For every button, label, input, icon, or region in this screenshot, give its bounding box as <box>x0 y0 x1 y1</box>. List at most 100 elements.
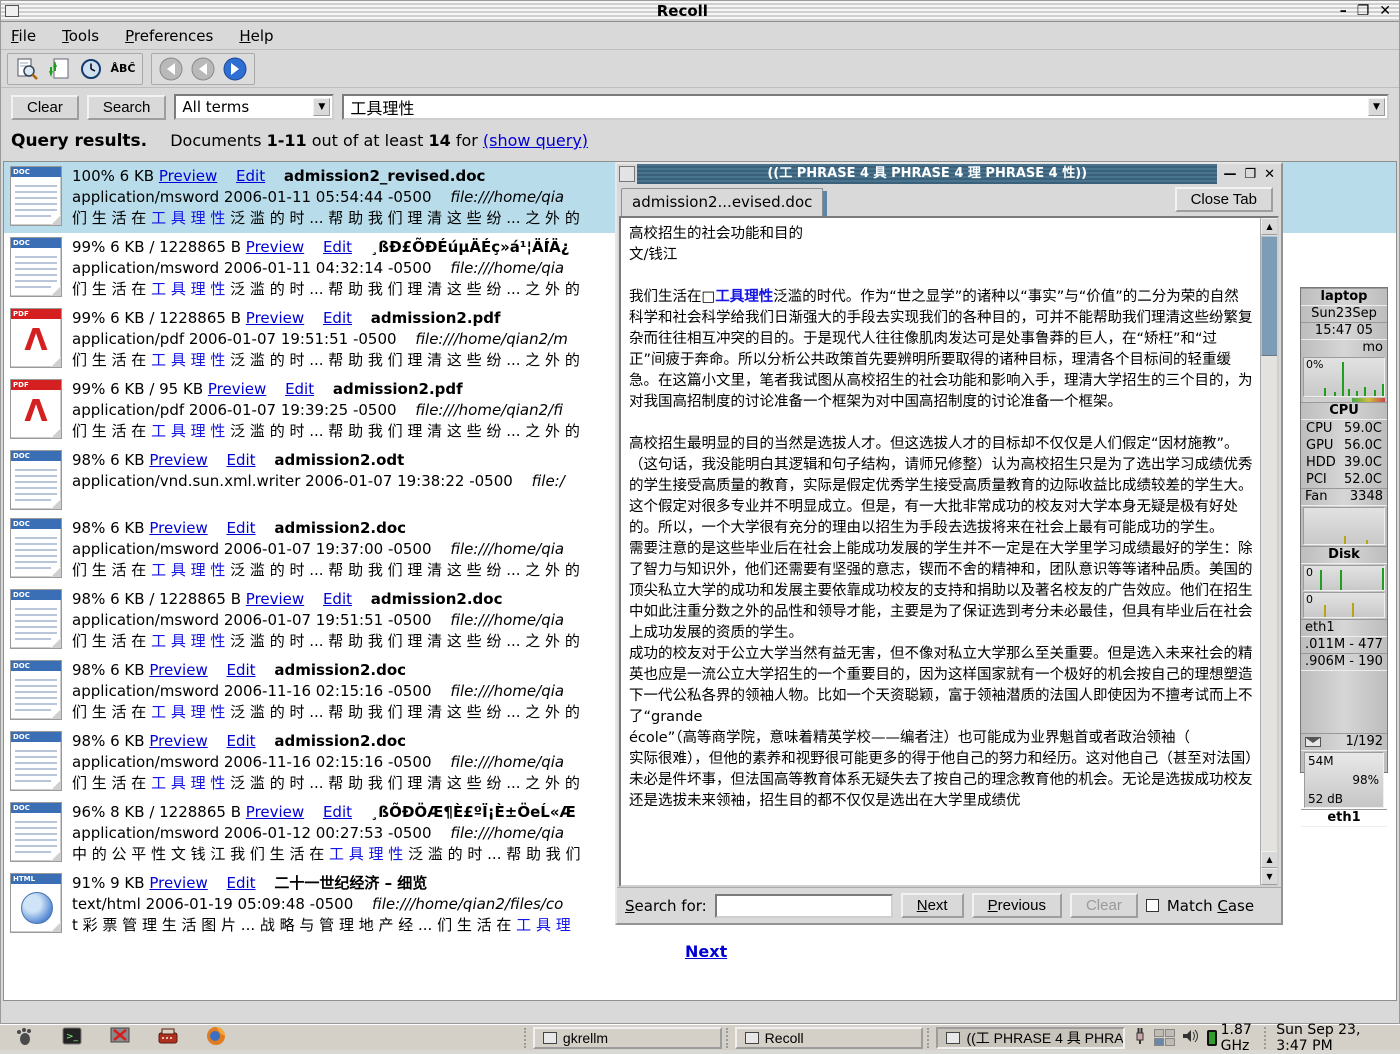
search-button[interactable]: Search <box>87 95 167 120</box>
scroll-down-icon[interactable]: ▼ <box>1261 868 1278 885</box>
edit-link[interactable]: Edit <box>323 803 352 821</box>
edit-link[interactable]: Edit <box>227 732 256 750</box>
restore-icon[interactable]: ❐ <box>1357 3 1370 19</box>
edit-link[interactable]: Edit <box>227 519 256 537</box>
gnome-menu-icon[interactable] <box>14 1026 34 1050</box>
clear-button[interactable]: Clear <box>11 95 79 120</box>
edit-link[interactable]: Edit <box>227 874 256 892</box>
typewriter-icon[interactable] <box>158 1027 178 1049</box>
preview-link[interactable]: Preview <box>246 590 304 608</box>
find-previous-button[interactable]: Previous <box>972 893 1062 918</box>
window-menu-icon[interactable] <box>619 166 635 182</box>
scroll-up-icon[interactable]: ▲ <box>1261 851 1278 868</box>
sort-parameters-icon[interactable] <box>46 57 72 81</box>
terminal-icon[interactable]: >_ <box>62 1027 82 1049</box>
time-label: 15:47 05 <box>1301 322 1387 340</box>
match-case-checkbox[interactable] <box>1146 899 1159 912</box>
preview-link[interactable]: Preview <box>246 309 304 327</box>
minimize-icon[interactable]: – <box>1340 3 1347 19</box>
preview-link[interactable]: Preview <box>159 167 217 185</box>
first-page-icon[interactable] <box>158 57 184 81</box>
restore-icon[interactable]: ❒ <box>1244 167 1256 182</box>
preview-link[interactable]: Preview <box>246 803 304 821</box>
file-type-icon: PDF Λ <box>10 379 62 439</box>
cpu-frequency-monitor[interactable]: 1.87 GHz <box>1207 1022 1256 1054</box>
task-button-recoll[interactable]: Recoll <box>735 1027 924 1049</box>
preview-paragraph: école”（高等商学院，意味着精英学校——编者注）也可能成为业界魁首或者政治领… <box>629 728 1253 749</box>
result-meta: 98% 6 KB / 1228865 B <box>72 590 246 608</box>
volume-icon[interactable] <box>1182 1028 1200 1048</box>
task-button-preview[interactable]: ((工 PHRASE 4 具 PHRASE ... <box>936 1027 1125 1049</box>
result-title: admission2.doc <box>371 590 503 608</box>
next-page-icon[interactable] <box>222 57 248 81</box>
disk-write-chart[interactable]: 0 <box>1303 592 1385 618</box>
menu-tools[interactable]: Tools <box>62 27 99 45</box>
preview-titlebar[interactable]: ((工 PHRASE 4 具 PHRASE 4 理 PHRASE 4 性)) —… <box>617 164 1281 184</box>
edit-link[interactable]: Edit <box>285 380 314 398</box>
result-url: file:/ <box>532 472 565 490</box>
edit-link[interactable]: Edit <box>323 590 352 608</box>
menu-help[interactable]: Help <box>239 27 273 45</box>
result-meta: 98% 6 KB <box>72 661 149 679</box>
menu-preferences[interactable]: Preferences <box>125 27 213 45</box>
window-menu-icon[interactable] <box>5 5 19 17</box>
taskbar-clock[interactable]: Sun Sep 23, 3:47 PM <box>1264 1027 1400 1049</box>
edit-link[interactable]: Edit <box>323 309 352 327</box>
find-next-button[interactable]: Next <box>901 893 964 918</box>
document-history-icon[interactable] <box>78 57 104 81</box>
edit-link[interactable]: Edit <box>227 451 256 469</box>
advanced-search-icon[interactable] <box>14 57 40 81</box>
preview-link[interactable]: Preview <box>149 732 207 750</box>
result-mime-date: application/msword 2006-01-12 00:27:53 -… <box>72 824 432 842</box>
preview-search-input[interactable] <box>715 894 893 918</box>
preview-link[interactable]: Preview <box>149 519 207 537</box>
window-titlebar[interactable]: Recoll – ❐ ✕ <box>1 1 1399 22</box>
previous-page-icon[interactable] <box>190 57 216 81</box>
result-mime-date: application/msword 2006-01-07 19:37:00 -… <box>72 540 432 558</box>
chevron-down-icon[interactable]: ▼ <box>313 98 330 116</box>
preview-link[interactable]: Preview <box>149 874 207 892</box>
next-page-link[interactable]: Next <box>685 942 727 961</box>
edit-link[interactable]: Edit <box>323 238 352 256</box>
preview-link[interactable]: Preview <box>208 380 266 398</box>
menu-file[interactable]: File <box>11 27 36 45</box>
find-clear-button[interactable]: Clear <box>1070 893 1138 918</box>
search-mode-select[interactable]: All terms ▼ <box>174 94 334 120</box>
svg-text:>_: >_ <box>66 1032 79 1042</box>
disk-read-chart[interactable]: 0 <box>1303 565 1385 591</box>
wireless-meter[interactable]: 54M 98% 52 dB <box>1304 752 1384 808</box>
cpu-chart[interactable]: 0% <box>1303 357 1385 397</box>
show-query-link[interactable]: (show query) <box>483 131 588 150</box>
preview-link[interactable]: Preview <box>149 661 207 679</box>
preview-link[interactable]: Preview <box>149 451 207 469</box>
chevron-down-icon[interactable]: ▼ <box>1368 98 1385 116</box>
result-url: file:///home/qia <box>450 611 564 629</box>
file-type-icon: DOC <box>10 731 62 791</box>
preview-tabbar: admission2...evised.doc Close Tab <box>617 184 1281 216</box>
close-tab-button[interactable]: Close Tab <box>1175 187 1273 212</box>
scrollbar-thumb[interactable] <box>1261 236 1278 356</box>
edit-link[interactable]: Edit <box>227 661 256 679</box>
preview-paragraph: 需要注意的是这些毕业后在社会上能成功发展的学生并不一定是在大学里学习成绩最好的学… <box>629 539 1253 644</box>
power-plug-icon[interactable] <box>1133 1027 1147 1049</box>
result-meta: 98% 6 KB <box>72 519 149 537</box>
result-title: admission2.doc <box>274 661 406 679</box>
workspace-switcher[interactable] <box>1154 1029 1175 1046</box>
term-explorer-icon[interactable]: ÅBĈ <box>110 57 136 81</box>
mail-readout[interactable]: 1/192 <box>1301 733 1387 751</box>
result-meta: 99% 6 KB / 1228865 B <box>72 309 246 327</box>
close-icon[interactable]: ✕ <box>1379 3 1391 19</box>
firefox-icon[interactable] <box>206 1026 226 1050</box>
edit-link[interactable]: Edit <box>236 167 265 185</box>
window-icon <box>745 1032 759 1044</box>
scroll-up-icon[interactable]: ▲ <box>1261 218 1278 235</box>
screenshot-app-icon[interactable] <box>110 1027 130 1049</box>
query-input[interactable]: 工具理性 ▼ <box>342 94 1389 120</box>
close-icon[interactable]: ✕ <box>1264 167 1275 182</box>
preview-link[interactable]: Preview <box>246 238 304 256</box>
preview-tab[interactable]: admission2...evised.doc <box>621 188 823 216</box>
task-button-gkrellm[interactable]: gkrellm <box>533 1027 722 1049</box>
preview-scrollbar[interactable]: ▲ ▲ ▼ <box>1260 218 1277 885</box>
fan-chart[interactable] <box>1303 507 1385 545</box>
minimize-icon[interactable]: — <box>1223 167 1236 182</box>
